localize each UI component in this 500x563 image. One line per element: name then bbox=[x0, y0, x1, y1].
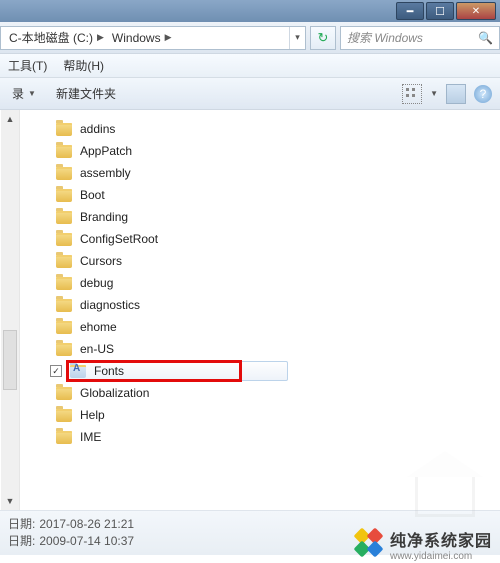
folder-icon bbox=[56, 211, 72, 224]
folder-name: Boot bbox=[80, 188, 105, 202]
watermark-ghost-icon bbox=[410, 457, 480, 517]
address-bar-row: C-本地磁盘 (C:) ▶ Windows ▶ ▾ ↻ 搜索 Windows 🔍 bbox=[0, 22, 500, 54]
minimize-button[interactable]: ━ bbox=[396, 2, 424, 20]
folder-name: Globalization bbox=[80, 386, 149, 400]
folder-icon bbox=[56, 145, 72, 158]
list-item[interactable]: Branding bbox=[20, 206, 500, 228]
folder-name: assembly bbox=[80, 166, 131, 180]
breadcrumb-segment[interactable]: C-本地磁盘 (C:) bbox=[9, 29, 93, 46]
folder-name: ehome bbox=[80, 320, 117, 334]
folder-icon bbox=[56, 123, 72, 136]
folder-name: Cursors bbox=[80, 254, 122, 268]
menu-bar: 工具(T) 帮助(H) bbox=[0, 54, 500, 78]
command-bar: 录 ▼ 新建文件夹 ▼ ? bbox=[0, 78, 500, 110]
search-input[interactable]: 搜索 Windows 🔍 bbox=[340, 26, 500, 50]
list-item[interactable]: Boot bbox=[20, 184, 500, 206]
list-item[interactable]: assembly bbox=[20, 162, 500, 184]
list-item[interactable]: debug bbox=[20, 272, 500, 294]
scroll-down-icon[interactable]: ▼ bbox=[1, 492, 19, 510]
preview-pane-icon[interactable] bbox=[446, 84, 466, 104]
chevron-down-icon[interactable]: ▼ bbox=[430, 89, 438, 98]
folder-name: Help bbox=[80, 408, 105, 422]
chevron-down-icon: ▼ bbox=[28, 89, 36, 98]
breadcrumb[interactable]: Windows ▶ bbox=[108, 31, 176, 45]
menu-tools[interactable]: 工具(T) bbox=[0, 54, 55, 77]
fonts-folder-icon bbox=[70, 365, 86, 378]
folder-icon bbox=[56, 233, 72, 246]
refresh-icon: ↻ bbox=[318, 30, 329, 46]
navigation-pane: ▲ ▼ bbox=[0, 110, 20, 510]
folder-icon bbox=[56, 189, 72, 202]
chevron-right-icon[interactable]: ▶ bbox=[97, 32, 104, 43]
folder-icon bbox=[56, 299, 72, 312]
maximize-button[interactable]: ☐ bbox=[426, 2, 454, 20]
scroll-thumb[interactable] bbox=[3, 330, 17, 390]
folder-name: addins bbox=[80, 122, 115, 136]
folder-icon bbox=[56, 321, 72, 334]
file-list[interactable]: addins AppPatch assembly Boot Branding Config… bbox=[20, 110, 500, 510]
list-item[interactable]: ConfigSetRoot bbox=[20, 228, 500, 250]
window-titlebar: ━ ☐ ✕ bbox=[0, 0, 500, 22]
refresh-button[interactable]: ↻ bbox=[310, 26, 336, 50]
folder-name: Fonts bbox=[94, 364, 124, 378]
list-item[interactable]: diagnostics bbox=[20, 294, 500, 316]
folder-icon bbox=[56, 277, 72, 290]
folder-icon bbox=[56, 343, 72, 356]
nav-scrollbar[interactable]: ▲ ▼ bbox=[1, 110, 19, 510]
breadcrumb-segment[interactable]: Windows bbox=[112, 31, 161, 45]
folder-name: ConfigSetRoot bbox=[80, 232, 158, 246]
scroll-up-icon[interactable]: ▲ bbox=[1, 110, 19, 128]
folder-icon bbox=[56, 255, 72, 268]
folder-name: en-US bbox=[80, 342, 114, 356]
folder-name: AppPatch bbox=[80, 144, 132, 158]
close-button[interactable]: ✕ bbox=[456, 2, 496, 20]
search-icon: 🔍 bbox=[478, 31, 493, 45]
folder-icon bbox=[56, 387, 72, 400]
folder-name: IME bbox=[80, 430, 101, 444]
folder-name: diagnostics bbox=[80, 298, 140, 312]
folder-name: Branding bbox=[80, 210, 128, 224]
checkbox[interactable]: ✓ bbox=[50, 365, 62, 377]
menu-help[interactable]: 帮助(H) bbox=[55, 54, 112, 77]
list-item[interactable]: en-US bbox=[20, 338, 500, 360]
content-area: ▲ ▼ addins AppPatch assembly Boot Branding Co… bbox=[0, 110, 500, 510]
search-placeholder: 搜索 Windows bbox=[347, 29, 423, 46]
view-options-icon[interactable] bbox=[402, 84, 422, 104]
list-item[interactable]: addins bbox=[20, 118, 500, 140]
folder-name: debug bbox=[80, 276, 113, 290]
organize-button[interactable]: 录 ▼ bbox=[2, 78, 46, 109]
list-item[interactable]: Help bbox=[20, 404, 500, 426]
address-dropdown-icon[interactable]: ▾ bbox=[289, 27, 305, 49]
list-item[interactable]: AppPatch bbox=[20, 140, 500, 162]
folder-icon bbox=[56, 431, 72, 444]
list-item[interactable]: IME bbox=[20, 426, 500, 448]
address-bar[interactable]: C-本地磁盘 (C:) ▶ Windows ▶ ▾ bbox=[0, 26, 306, 50]
details-key: 日期: bbox=[8, 533, 35, 550]
list-item[interactable]: ✓ Fonts bbox=[20, 360, 500, 382]
list-item[interactable]: ehome bbox=[20, 316, 500, 338]
list-item[interactable]: Cursors bbox=[20, 250, 500, 272]
details-value: 2017-08-26 21:21 bbox=[39, 516, 134, 533]
folder-icon bbox=[56, 167, 72, 180]
folder-icon bbox=[56, 409, 72, 422]
help-icon[interactable]: ? bbox=[474, 85, 492, 103]
details-key: 日期: bbox=[8, 516, 35, 533]
chevron-right-icon[interactable]: ▶ bbox=[165, 32, 172, 43]
new-folder-button[interactable]: 新建文件夹 bbox=[46, 78, 126, 109]
list-item[interactable]: Globalization bbox=[20, 382, 500, 404]
breadcrumb[interactable]: C-本地磁盘 (C:) ▶ bbox=[5, 29, 108, 46]
details-value: 2009-07-14 10:37 bbox=[39, 533, 134, 550]
